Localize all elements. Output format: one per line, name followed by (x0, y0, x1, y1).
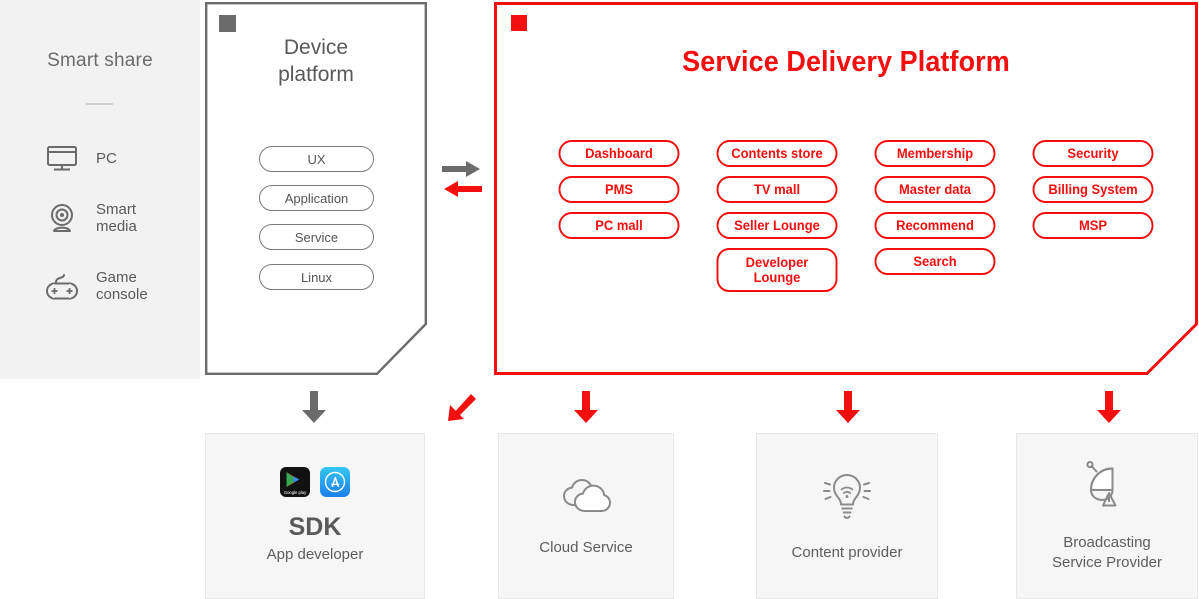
device-label-pc: PC (96, 149, 117, 167)
sdp-service-billing-system[interactable]: Billing System (1032, 176, 1154, 203)
sdp-service-dashboard[interactable]: Dashboard (558, 140, 680, 167)
sdp-service-membership[interactable]: Membership (874, 140, 996, 167)
sdp-service-master-data[interactable]: Master data (874, 176, 996, 203)
device-layer-label: UX (307, 151, 326, 167)
sdp-service-recommend[interactable]: Recommend (874, 212, 996, 239)
sdp-column-commerce: Dashboard PMS PC mall (556, 140, 682, 292)
sdp-service-label: Seller Lounge (734, 218, 820, 233)
device-layer-service[interactable]: Service (259, 224, 374, 250)
sdp-service-label: Developer Lounge (745, 255, 809, 285)
sdp-service-contents-store[interactable]: Contents store (716, 140, 838, 167)
svg-text:Google play: Google play (284, 490, 307, 495)
google-play-icon: Google play (280, 467, 310, 497)
sdp-service-label: Recommend (896, 218, 974, 233)
sdp-service-security[interactable]: Security (1032, 140, 1154, 167)
device-item-smart-media: Smart media (44, 200, 137, 236)
arrow-down-gray-icon (300, 390, 328, 429)
arrow-down-red-icon (1095, 390, 1123, 429)
sdk-subtitle: App developer (266, 546, 364, 563)
sdp-service-developer-lounge[interactable]: Developer Lounge (716, 248, 838, 292)
webcam-icon (44, 200, 80, 236)
sdp-service-label: Security (1067, 146, 1119, 161)
sdp-service-tv-mall[interactable]: TV mall (716, 176, 838, 203)
sdp-service-msp[interactable]: MSP (1032, 212, 1154, 239)
sdp-service-label: Billing System (1048, 182, 1138, 197)
consumer-label-broadcasting: Broadcasting Service Provider (1051, 533, 1163, 571)
consumer-box-content-provider[interactable]: Content provider (756, 433, 938, 599)
sdp-column-platform: Security Billing System MSP (1030, 140, 1156, 292)
consumer-box-sdk[interactable]: Google play SDK App developer (205, 433, 425, 599)
sdp-service-pc-mall[interactable]: PC mall (558, 212, 680, 239)
device-item-pc: PC (44, 140, 117, 176)
device-layer-ux[interactable]: UX (259, 146, 374, 172)
cloud-icon (557, 475, 615, 522)
device-item-game-console: Game console (44, 268, 148, 304)
sdk-store-icons: Google play (280, 467, 350, 497)
square-marker-icon (219, 15, 236, 32)
satellite-dish-icon (1078, 460, 1136, 517)
smart-share-panel: Smart share PC Smart media Game console (0, 0, 200, 379)
device-layer-label: Application (284, 190, 349, 206)
device-label-game-console: Game console (96, 269, 148, 303)
arrow-down-left-red-icon (445, 392, 477, 429)
sdk-title: SDK (288, 513, 342, 541)
sdp-service-label: PMS (604, 182, 634, 197)
sdp-service-seller-lounge[interactable]: Seller Lounge (716, 212, 838, 239)
sdp-service-search[interactable]: Search (874, 248, 996, 275)
exchange-arrows (440, 158, 486, 200)
device-layer-application[interactable]: Application (259, 185, 374, 211)
app-store-icon (320, 467, 350, 497)
consumer-box-broadcasting[interactable]: Broadcasting Service Provider (1016, 433, 1198, 599)
sdp-column-store: Contents store TV mall Seller Lounge Dev… (714, 140, 840, 292)
sdp-service-label: Membership (896, 146, 974, 161)
sdp-title: Service Delivery Platform (682, 46, 1010, 78)
device-platform-title: Device platform (278, 36, 354, 86)
arrow-down-red-icon (834, 390, 862, 429)
lightbulb-wifi-icon (819, 470, 875, 527)
sdp-service-label: Dashboard (585, 146, 653, 161)
device-layer-linux[interactable]: Linux (259, 264, 374, 290)
sdp-service-label: MSP (1078, 218, 1108, 233)
sdp-service-label: Search (913, 254, 957, 269)
device-platform-box: Device platform UX Application Service Li… (205, 2, 427, 375)
section-divider (86, 103, 113, 105)
consumer-label-cloud-service: Cloud Service (539, 538, 633, 556)
arrow-right-gray-icon (442, 161, 480, 177)
consumer-box-cloud-service[interactable]: Cloud Service (498, 433, 674, 599)
sdp-service-label: PC mall (595, 218, 643, 233)
sdp-service-columns: Dashboard PMS PC mall Contents store TV … (556, 140, 1156, 292)
smart-share-title: Smart share (47, 50, 153, 71)
square-marker-red-icon (511, 15, 527, 31)
device-layer-label: Service (294, 229, 339, 245)
device-label-smart-media: Smart media (96, 201, 137, 235)
gamepad-icon (44, 268, 80, 304)
service-delivery-platform-box: Service Delivery Platform Dashboard PMS … (494, 2, 1198, 375)
sdp-service-pms[interactable]: PMS (558, 176, 680, 203)
monitor-icon (44, 140, 80, 176)
consumer-label-content-provider: Content provider (791, 543, 903, 561)
arrow-left-red-icon (444, 181, 482, 197)
device-layer-label: Linux (300, 269, 333, 285)
sdp-service-label: Master data (898, 182, 972, 197)
sdp-service-label: TV mall (753, 182, 801, 197)
sdp-column-user: Membership Master data Recommend Search (872, 140, 998, 292)
sdp-service-label: Contents store (731, 146, 823, 161)
arrow-down-red-icon (572, 390, 600, 429)
